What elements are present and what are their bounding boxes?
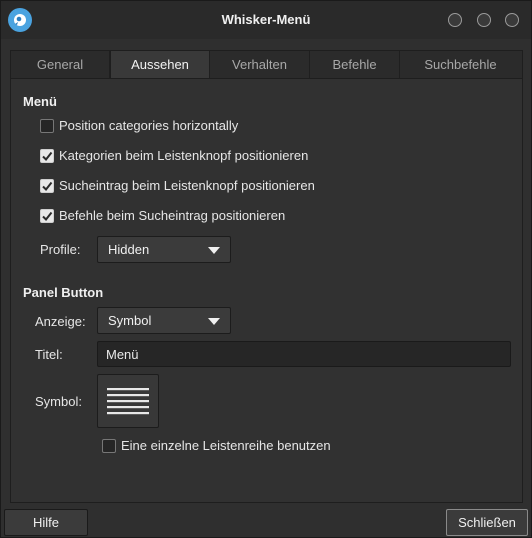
profile-dropdown[interactable]: Hidden bbox=[97, 236, 231, 263]
checkbox[interactable] bbox=[102, 438, 116, 453]
profile-value: Hidden bbox=[108, 242, 150, 257]
display-label: Anzeige: bbox=[35, 314, 86, 329]
option-horizontal-categories[interactable]: Position categories horizontally bbox=[40, 118, 238, 133]
title-label: Titel: bbox=[35, 347, 63, 362]
checkmark-icon bbox=[42, 181, 53, 191]
option-label: Eine einzelne Leistenreihe benutzen bbox=[121, 438, 331, 453]
option-commands-near-search[interactable]: Befehle beim Sucheintrag positionieren bbox=[40, 208, 285, 223]
menu-lines-icon bbox=[107, 388, 149, 415]
option-search-near-button[interactable]: Sucheintrag beim Leistenknopf positionie… bbox=[40, 178, 315, 193]
checkmark-icon bbox=[42, 151, 53, 161]
checkbox[interactable] bbox=[40, 118, 54, 133]
close-button[interactable]: Schließen bbox=[446, 509, 528, 536]
symbol-label: Symbol: bbox=[35, 394, 82, 409]
checkbox[interactable] bbox=[40, 148, 54, 163]
dropdown-arrow-icon bbox=[208, 247, 220, 254]
dialog-window: Whisker-Menü General Aussehen Verhalten … bbox=[0, 0, 532, 538]
close-window-button[interactable] bbox=[505, 13, 519, 27]
option-single-row[interactable]: Eine einzelne Leistenreihe benutzen bbox=[102, 438, 331, 453]
option-label: Sucheintrag beim Leistenknopf positionie… bbox=[59, 178, 315, 193]
checkbox[interactable] bbox=[40, 208, 54, 223]
display-dropdown[interactable]: Symbol bbox=[97, 307, 231, 334]
tab-suchbefehle[interactable]: Suchbefehle bbox=[400, 51, 521, 78]
symbol-button[interactable] bbox=[97, 374, 159, 428]
option-label: Position categories horizontally bbox=[59, 118, 239, 133]
tab-verhalten[interactable]: Verhalten bbox=[210, 51, 310, 78]
tab-befehle[interactable]: Befehle bbox=[310, 51, 400, 78]
title-bar[interactable]: Whisker-Menü bbox=[1, 1, 531, 39]
option-categories-near-button[interactable]: Kategorien beim Leistenknopf positionier… bbox=[40, 148, 308, 163]
profile-label: Profile: bbox=[40, 242, 81, 257]
panel-section-title: Panel Button bbox=[23, 285, 104, 300]
option-label: Kategorien beim Leistenknopf positionier… bbox=[59, 148, 309, 163]
minimize-button[interactable] bbox=[448, 13, 462, 27]
dropdown-arrow-icon bbox=[208, 318, 220, 325]
tab-bar: General Aussehen Verhalten Befehle Suchb… bbox=[11, 51, 522, 79]
tab-general[interactable]: General bbox=[11, 51, 110, 78]
checkbox[interactable] bbox=[40, 178, 54, 193]
option-label: Befehle beim Sucheintrag positionieren bbox=[59, 208, 286, 223]
title-input[interactable]: Menü bbox=[97, 341, 511, 367]
help-button[interactable]: Hilfe bbox=[4, 509, 88, 536]
maximize-button[interactable] bbox=[477, 13, 491, 27]
display-value: Symbol bbox=[108, 313, 152, 328]
menu-section-title: Menü bbox=[23, 94, 57, 109]
tab-aussehen[interactable]: Aussehen bbox=[110, 51, 210, 78]
checkmark-icon bbox=[42, 211, 53, 221]
